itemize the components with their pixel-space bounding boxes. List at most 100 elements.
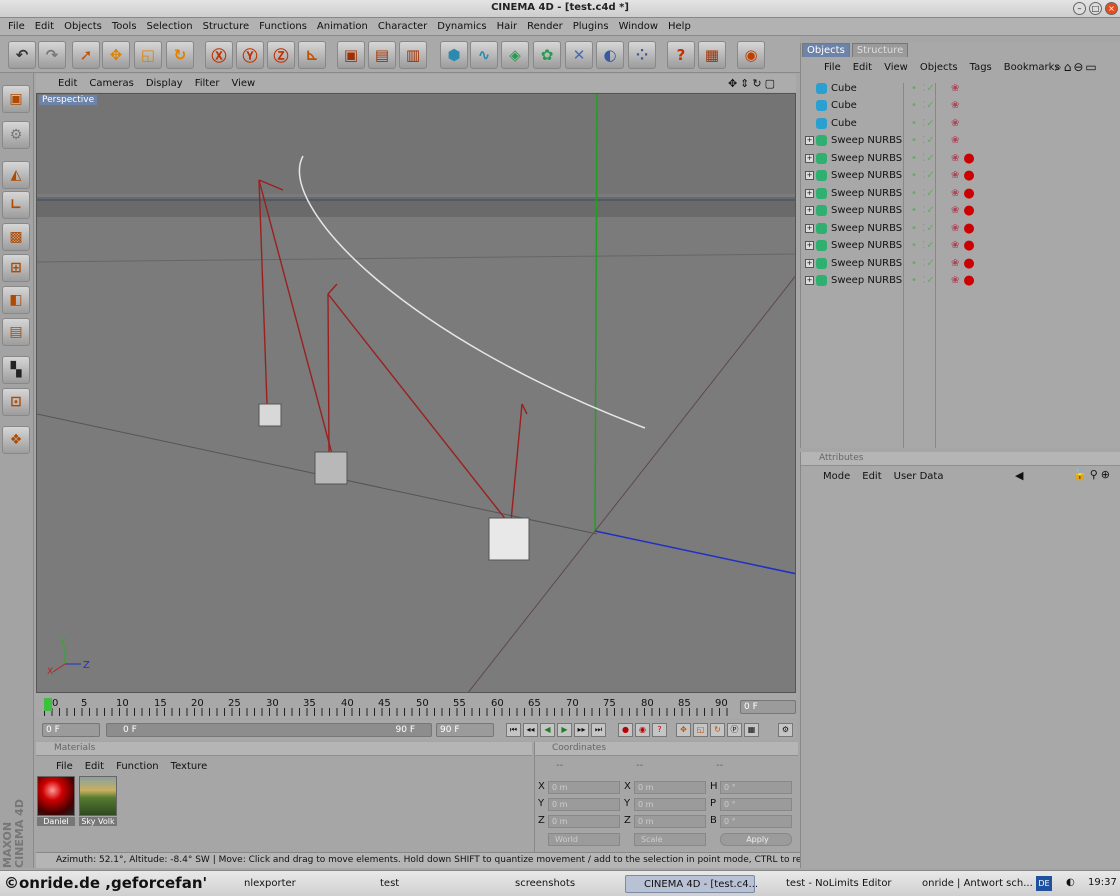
visibility-dots[interactable]: • ⁚✓ — [911, 118, 951, 129]
attributes-menu-mode[interactable]: Mode — [823, 471, 850, 482]
material-tag-icon[interactable]: ● — [963, 238, 974, 253]
undo-icon[interactable]: ↶ — [8, 41, 36, 69]
attributes-menu-edit[interactable]: Edit — [862, 471, 881, 482]
use-object-tool-icon[interactable]: ⚙ — [2, 121, 30, 149]
object-row[interactable]: + Sweep NURBS • ⁚✓ ❀ ● — [805, 220, 1117, 237]
tab-objects[interactable]: Objects — [802, 43, 850, 57]
volume-icon[interactable]: ◐ — [1066, 877, 1075, 888]
keyframe-selection-icon[interactable]: ? — [652, 723, 667, 737]
visibility-dots[interactable]: • ⁚✓ — [911, 275, 951, 286]
taskbar-item[interactable]: test - NoLimits Editor — [768, 875, 898, 893]
object-row[interactable]: + Sweep NURBS • ⁚✓ ❀ ● — [805, 167, 1117, 184]
viewport-menu-filter[interactable]: Filter — [195, 78, 220, 89]
material-tag-icon[interactable]: ● — [963, 151, 974, 166]
workplane-icon[interactable]: ⊡ — [2, 388, 30, 416]
materials-menu-function[interactable]: Function — [116, 761, 159, 772]
enable-snapping-icon[interactable]: ▚ — [2, 356, 30, 384]
visibility-dots[interactable]: • ⁚✓ — [911, 223, 951, 234]
key-pla-icon[interactable]: ▦ — [744, 723, 759, 737]
position-z-field[interactable]: 0 m — [548, 815, 620, 828]
menu-selection[interactable]: Selection — [147, 21, 193, 32]
key-rotation-icon[interactable]: ↻ — [710, 723, 725, 737]
visibility-dots[interactable]: • ⁚✓ — [911, 240, 951, 251]
taskbar-item-active[interactable]: CINEMA 4D - [test.c4... — [625, 875, 758, 893]
timeline[interactable]: 0 5 10 15 20 25 30 35 40 45 50 55 60 65 … — [36, 694, 796, 718]
visibility-dots[interactable]: • ⁚✓ — [911, 258, 951, 269]
web-icon[interactable]: ◉ — [737, 41, 765, 69]
menu-edit[interactable]: Edit — [35, 21, 54, 32]
menu-structure[interactable]: Structure — [203, 21, 250, 32]
use-axis-icon[interactable]: ▤ — [2, 318, 30, 346]
object-row[interactable]: + Sweep NURBS • ⁚✓ ❀ ● — [805, 150, 1117, 167]
language-indicator[interactable]: DE — [1036, 876, 1052, 891]
rotate-icon[interactable]: ↻ — [166, 41, 194, 69]
prev-key-icon[interactable]: ◂◂ — [523, 723, 538, 737]
layout-icon[interactable]: ▦ — [698, 41, 726, 69]
use-texture-axis-icon[interactable]: ◧ — [2, 286, 30, 314]
expand-icon[interactable]: + — [805, 206, 814, 215]
add-deformer-icon[interactable]: ✕ — [565, 41, 593, 69]
material-tag-icon[interactable]: ● — [963, 256, 974, 271]
expand-icon[interactable]: + — [805, 259, 814, 268]
taskbar-item[interactable]: test — [362, 875, 482, 893]
render-settings-icon[interactable]: ▥ — [399, 41, 427, 69]
x-axis-lock-icon[interactable]: Ⓧ — [205, 41, 233, 69]
taskbar-item[interactable]: nlexporter — [226, 875, 346, 893]
help-icon[interactable]: ? — [667, 41, 695, 69]
add-cube-icon[interactable]: ⬢ — [440, 41, 468, 69]
key-parameter-icon[interactable]: Ⓟ — [727, 723, 742, 737]
use-polygon-tool-icon[interactable]: ▩ — [2, 223, 30, 251]
taskbar-item[interactable]: onride | Antwort sch... — [904, 875, 1033, 893]
material-tag-icon[interactable]: ● — [963, 273, 974, 288]
object-row[interactable]: Cube • ⁚✓ ❀ — [805, 97, 1117, 114]
material-tag-icon[interactable]: ● — [963, 203, 974, 218]
autokey-icon[interactable]: ◉ — [635, 723, 650, 737]
current-frame-field[interactable]: 0 F — [740, 700, 796, 714]
menu-functions[interactable]: Functions — [259, 21, 307, 32]
size-z-field[interactable]: 0 m — [634, 815, 706, 828]
key-position-icon[interactable]: ✥ — [676, 723, 691, 737]
use-model-tool-icon[interactable]: ▣ — [2, 85, 30, 113]
viewport-menu-view[interactable]: View — [231, 78, 255, 89]
expand-icon[interactable]: + — [805, 189, 814, 198]
menu-animation[interactable]: Animation — [317, 21, 368, 32]
record-icon[interactable]: ● — [618, 723, 633, 737]
objects-menu-view[interactable]: View — [884, 62, 908, 73]
visibility-dots[interactable]: • ⁚✓ — [911, 83, 951, 94]
key-scale-icon[interactable]: ◱ — [693, 723, 708, 737]
menu-character[interactable]: Character — [378, 21, 427, 32]
menu-help[interactable]: Help — [668, 21, 691, 32]
material-tag-icon[interactable]: ● — [963, 221, 974, 236]
perspective-viewport[interactable]: Y Z X Perspective — [36, 93, 796, 693]
goto-end-icon[interactable]: ⏭ — [591, 723, 606, 737]
timeline-settings-icon[interactable]: ⚙ — [778, 723, 793, 737]
menu-dynamics[interactable]: Dynamics — [437, 21, 486, 32]
menu-hair[interactable]: Hair — [497, 21, 518, 32]
add-spline-icon[interactable]: ∿ — [470, 41, 498, 69]
maximize-button[interactable]: □ — [1089, 2, 1102, 15]
apply-button[interactable]: Apply — [720, 833, 792, 846]
expand-icon[interactable]: + — [805, 136, 814, 145]
taskbar-item[interactable]: screenshots — [497, 875, 617, 893]
viewport-menu-display[interactable]: Display — [146, 78, 183, 89]
visibility-dots[interactable]: • ⁚✓ — [911, 188, 951, 199]
timeline-playhead[interactable] — [44, 698, 52, 711]
position-y-field[interactable]: 0 m — [548, 798, 620, 811]
rotation-b-field[interactable]: 0 ° — [720, 815, 792, 828]
select-pointer-icon[interactable]: ➚ — [72, 41, 100, 69]
objects-menu-bookmarks[interactable]: Bookmarks — [1004, 62, 1060, 73]
scale-icon[interactable]: ◱ — [134, 41, 162, 69]
object-row[interactable]: + Sweep NURBS • ⁚✓ ❀ ● — [805, 185, 1117, 202]
menu-file[interactable]: File — [8, 21, 25, 32]
position-x-field[interactable]: 0 m — [548, 781, 620, 794]
menu-plugins[interactable]: Plugins — [573, 21, 609, 32]
materials-menu-edit[interactable]: Edit — [85, 761, 104, 772]
visibility-dots[interactable]: • ⁚✓ — [911, 205, 951, 216]
menu-window[interactable]: Window — [619, 21, 658, 32]
attributes-menu-user-data[interactable]: User Data — [894, 471, 944, 482]
expand-icon[interactable]: + — [805, 154, 814, 163]
object-row[interactable]: + Sweep NURBS • ⁚✓ ❀ ● — [805, 237, 1117, 254]
visibility-dots[interactable]: • ⁚✓ — [911, 153, 951, 164]
attributes-tool-icons[interactable]: 🔓⚲⊕ — [1073, 468, 1113, 481]
add-nurbs-icon[interactable]: ◈ — [501, 41, 529, 69]
